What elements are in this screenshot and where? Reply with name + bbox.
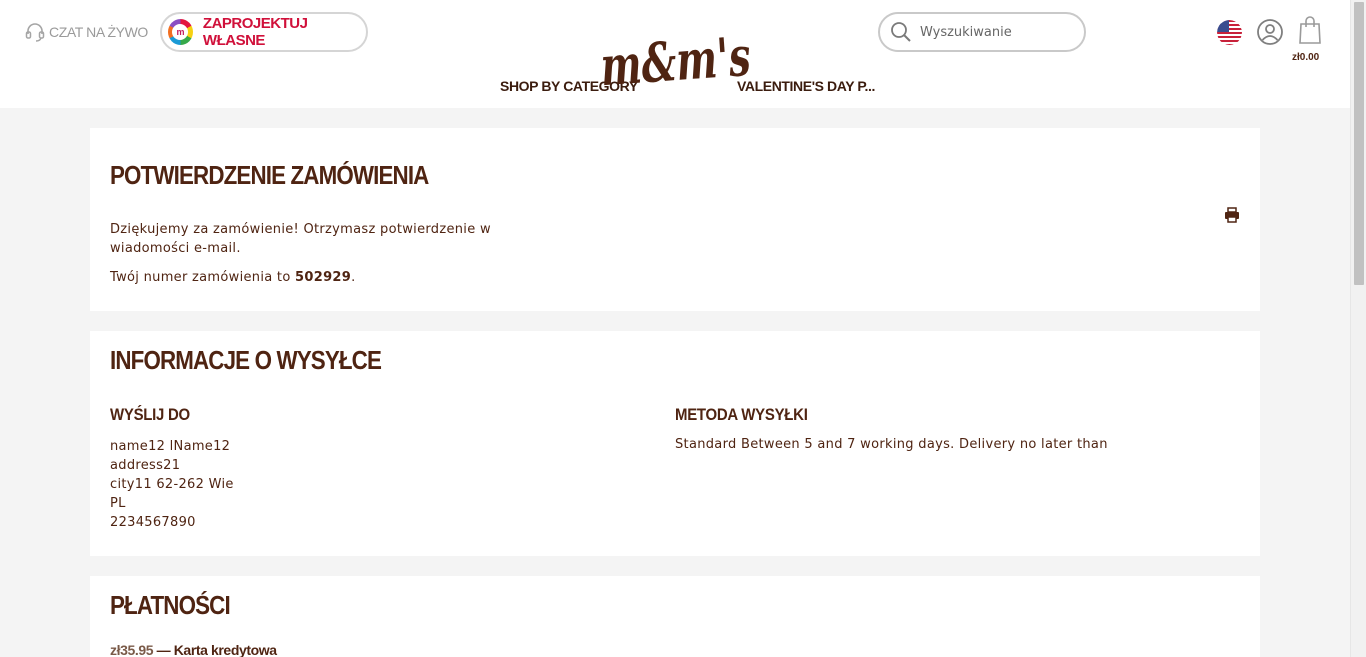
shipping-method-heading: METODA WYSYŁKI (675, 405, 808, 424)
order-confirmation-card: POTWIERDZENIE ZAMÓWIENIA Dziękujemy za z… (90, 128, 1260, 311)
address-country: PL (110, 496, 126, 511)
shipping-method-text: Standard Between 5 and 7 working days. D… (675, 437, 1108, 452)
address-name: name12 lName12 (110, 439, 231, 454)
nav-valentines-day[interactable]: VALENTINE'S DAY P... (737, 78, 875, 94)
headset-icon (25, 23, 45, 42)
ship-to-heading: WYŚLIJ DO (110, 405, 190, 424)
page-scrollbar[interactable] (1350, 0, 1366, 657)
design-your-own-label: ZAPROJEKTUJ WŁASNE (202, 15, 308, 49)
address-city: city11 62-262 Wie (110, 477, 234, 492)
address-street: address21 (110, 458, 181, 473)
order-number-line: Twój numer zamówienia to 502929. (110, 270, 356, 285)
payment-line: zł35.95 — Karta kredytowa (110, 642, 277, 657)
payment-method: Karta kredytowa (173, 642, 277, 657)
mm-color-wheel-icon: m (168, 19, 193, 45)
cart-total: zł0.00 (1292, 52, 1320, 63)
search-box[interactable] (878, 12, 1086, 52)
order-number-prefix: Twój numer zamówienia to (110, 270, 296, 285)
payment-card: PŁATNOŚCI zł35.95 — Karta kredytowa (90, 576, 1260, 657)
order-number-suffix: . (351, 270, 356, 285)
mm-letter: m (172, 24, 189, 40)
shipping-info-card: INFORMACJE O WYSYŁCE WYŚLIJ DO name12 lN… (90, 331, 1260, 556)
search-input[interactable] (920, 24, 1070, 40)
order-confirmation-title: POTWIERDZENIE ZAMÓWIENIA (110, 160, 429, 190)
us-flag-icon[interactable] (1217, 20, 1242, 45)
shipping-info-title: INFORMACJE O WYSYŁCE (110, 345, 382, 375)
payment-separator: — (153, 642, 174, 657)
logo-wordmark: m&m's (598, 28, 752, 98)
payment-amount: zł35.95 (110, 642, 154, 657)
address-phone: 2234567890 (110, 515, 196, 530)
scrollbar-thumb[interactable] (1354, 2, 1364, 285)
live-chat-label: CZAT NA ŻYWO (49, 24, 148, 40)
shopping-bag-icon[interactable] (1298, 15, 1322, 45)
order-number: 502929 (295, 270, 352, 285)
live-chat-link[interactable]: CZAT NA ŻYWO (24, 21, 148, 43)
thank-you-message: Dziękujemy za zamówienie! Otrzymasz potw… (110, 222, 491, 256)
design-your-own-button[interactable]: m ZAPROJEKTUJ WŁASNE (160, 12, 368, 52)
site-header: CZAT NA ŻYWO m ZAPROJEKTUJ WŁASNE SHOP B… (0, 0, 1350, 108)
shipping-address: name12 lName12 address21 city11 62-262 W… (110, 437, 234, 532)
mms-logo[interactable]: m&m's (598, 28, 754, 98)
print-icon[interactable] (1224, 207, 1240, 223)
account-icon[interactable] (1257, 19, 1283, 45)
search-icon (891, 22, 911, 42)
payment-title: PŁATNOŚCI (110, 590, 231, 620)
